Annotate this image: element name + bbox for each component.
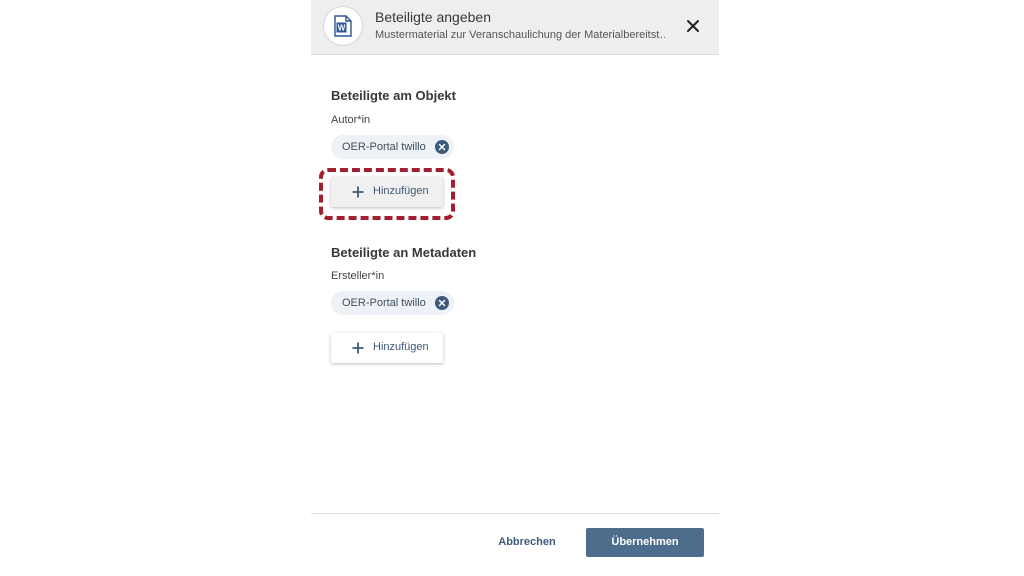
remove-contributor-button[interactable] bbox=[434, 296, 449, 310]
add-author-button[interactable]: Hinzufügen bbox=[331, 177, 443, 207]
contributor-chip: OER-Portal twillo bbox=[331, 291, 454, 315]
close-icon bbox=[687, 20, 699, 32]
remove-icon bbox=[438, 299, 445, 307]
close-button[interactable] bbox=[681, 14, 705, 38]
dialog-header: W Beteiligte angeben Mustermaterial zur … bbox=[311, 0, 719, 55]
cancel-button[interactable]: Abbrechen bbox=[487, 528, 567, 556]
add-button-label: Hinzufügen bbox=[373, 341, 429, 353]
add-creator-button[interactable]: Hinzufügen bbox=[331, 333, 443, 363]
section-title-metadata: Beteiligte an Metadaten bbox=[331, 245, 477, 260]
page: W Beteiligte angeben Mustermaterial zur … bbox=[0, 0, 1024, 576]
remove-contributor-button[interactable] bbox=[434, 140, 449, 154]
role-label-author: Autor*in bbox=[331, 114, 371, 126]
plus-icon bbox=[352, 342, 364, 354]
svg-text:W: W bbox=[338, 24, 346, 33]
add-button-label: Hinzufügen bbox=[373, 185, 429, 197]
file-type-badge: W bbox=[323, 6, 363, 46]
contributor-chip: OER-Portal twillo bbox=[331, 135, 454, 159]
dialog-title: Beteiligte angeben bbox=[375, 9, 491, 25]
apply-button[interactable]: Übernehmen bbox=[586, 528, 704, 557]
footer-divider bbox=[311, 513, 719, 514]
section-title-object: Beteiligte am Objekt bbox=[331, 88, 456, 103]
role-label-creator: Ersteller*in bbox=[331, 270, 385, 282]
contributors-dialog: W Beteiligte angeben Mustermaterial zur … bbox=[311, 0, 719, 576]
dialog-subtitle: Mustermaterial zur Veranschaulichung der… bbox=[375, 29, 665, 41]
word-document-icon: W bbox=[334, 15, 352, 37]
remove-icon bbox=[438, 143, 445, 151]
chip-label: OER-Portal twillo bbox=[342, 297, 426, 309]
plus-icon bbox=[352, 186, 364, 198]
chip-label: OER-Portal twillo bbox=[342, 141, 426, 153]
